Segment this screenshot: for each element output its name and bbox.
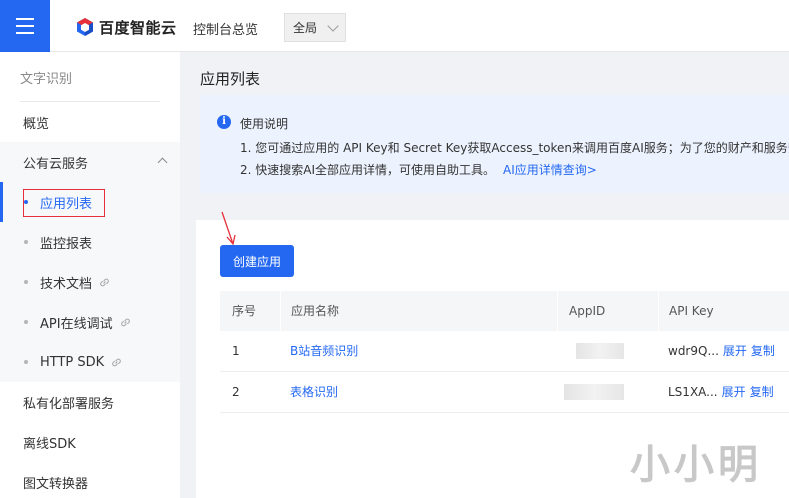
hamburger-line xyxy=(16,18,34,20)
create-app-button[interactable]: 创建应用 xyxy=(220,245,294,277)
api-key-cell: wdr9Q... 展开 复制 xyxy=(668,331,775,371)
sidebar-item-private-deploy[interactable]: 私有化部署服务 xyxy=(0,382,180,422)
notice-heading: 使用说明 xyxy=(240,117,289,131)
annotation-highlight-box xyxy=(23,189,105,217)
region-value: 全局 xyxy=(293,21,318,35)
sidebar-product-title: 文字识别 xyxy=(20,72,73,87)
sidebar-item-label: 离线SDK xyxy=(23,436,76,452)
column-separator xyxy=(658,291,659,331)
brand-name: 百度智能云 xyxy=(99,18,177,37)
annotation-arrow-icon xyxy=(221,211,236,246)
row-index: 1 xyxy=(232,344,240,358)
sidebar-item-http-sdk[interactable]: HTTP SDK xyxy=(0,342,180,382)
app-name-link[interactable]: B站音频识别 xyxy=(290,331,358,371)
app-detail-query-link[interactable]: AI应用详情查询> xyxy=(503,163,597,177)
api-key-cell: LS1XA... 展开 复制 xyxy=(668,372,774,412)
sidebar-item-api-debug[interactable]: API在线调试 xyxy=(0,302,180,342)
copy-link[interactable]: 复制 xyxy=(751,344,775,358)
api-key-value: wdr9Q... xyxy=(668,344,719,358)
expand-link[interactable]: 展开 xyxy=(722,385,746,399)
info-icon: i xyxy=(217,115,231,129)
bullet-dot xyxy=(24,360,28,364)
row-index: 2 xyxy=(232,385,240,399)
menu-toggle-button[interactable] xyxy=(0,0,50,52)
sidebar-item-label: 图文转换器 xyxy=(23,476,89,492)
column-separator xyxy=(557,291,558,331)
watermark-text: 小小明 xyxy=(630,441,762,488)
table-row: 2 表格识别 LS1XA... 展开 复制 xyxy=(220,372,789,413)
sidebar-item-monitoring[interactable]: 监控报表 xyxy=(0,222,180,262)
chevron-up-icon xyxy=(157,157,168,168)
column-header-app-name: 应用名称 xyxy=(291,304,340,318)
column-header-api-key: API Key xyxy=(669,304,714,318)
external-link-icon xyxy=(120,318,130,326)
expand-link[interactable]: 展开 xyxy=(723,344,747,358)
table-header: 序号 应用名称 AppID API Key xyxy=(220,291,789,331)
sidebar-item-label: 技术文档 xyxy=(40,276,93,292)
sidebar-item-image-converter[interactable]: 图文转换器 xyxy=(0,462,180,498)
sidebar-item-label: 概览 xyxy=(23,116,50,132)
bullet-dot xyxy=(24,240,28,244)
sidebar-item-tech-docs[interactable]: 技术文档 xyxy=(0,262,180,302)
api-key-value: LS1XA... xyxy=(668,385,718,399)
column-header-index: 序号 xyxy=(232,304,257,318)
region-select[interactable]: 全局 xyxy=(284,13,346,42)
sidebar-item-label: 私有化部署服务 xyxy=(23,396,115,412)
sidebar-item-label: 监控报表 xyxy=(40,236,93,252)
chevron-down-icon xyxy=(327,20,339,32)
sidebar-item-label: HTTP SDK xyxy=(40,354,105,370)
top-header: 百度智能云 控制台总览 全局 xyxy=(0,0,789,52)
column-header-appid: AppID xyxy=(569,304,606,318)
app-name-link[interactable]: 表格识别 xyxy=(290,372,338,412)
cloud-logo-icon xyxy=(77,18,93,36)
sidebar-item-label: API在线调试 xyxy=(40,316,113,332)
notice-line-1: 1. 您可通过应用的 API Key和 Secret Key获取Access_t… xyxy=(240,141,789,155)
sidebar: 文字识别 概览 公有云服务 应用列表 监控报表 技术文档 API在线调试 HTT… xyxy=(0,52,180,498)
brand-logo[interactable]: 百度智能云 xyxy=(75,16,177,38)
notice-line-2-text: 2. 快速搜索AI全部应用详情，可使用自助工具。 xyxy=(240,163,496,177)
console-overview-link[interactable]: 控制台总览 xyxy=(193,19,258,38)
sidebar-item-offline-sdk[interactable]: 离线SDK xyxy=(0,422,180,462)
bullet-dot xyxy=(24,320,28,324)
appid-redacted xyxy=(564,384,624,400)
sidebar-item-overview[interactable]: 概览 xyxy=(0,102,180,142)
active-indicator xyxy=(0,182,3,222)
notice-line-2: 2. 快速搜索AI全部应用详情，可使用自助工具。 AI应用详情查询> xyxy=(240,161,597,178)
hamburger-line xyxy=(16,32,34,34)
sidebar-item-label: 公有云服务 xyxy=(23,156,89,172)
copy-link[interactable]: 复制 xyxy=(750,385,774,399)
usage-notice: i 使用说明 1. 您可通过应用的 API Key和 Secret Key获取A… xyxy=(200,95,789,193)
appid-redacted xyxy=(576,343,624,359)
sidebar-group-public-cloud[interactable]: 公有云服务 xyxy=(0,142,180,182)
bullet-dot xyxy=(24,280,28,284)
table-row: 1 B站音频识别 wdr9Q... 展开 复制 xyxy=(220,331,789,372)
page-title: 应用列表 xyxy=(200,70,261,88)
column-separator xyxy=(280,291,281,331)
sidebar-item-app-list[interactable]: 应用列表 xyxy=(0,182,180,222)
external-link-icon xyxy=(112,358,122,366)
hamburger-line xyxy=(16,25,34,27)
external-link-icon xyxy=(100,278,109,286)
